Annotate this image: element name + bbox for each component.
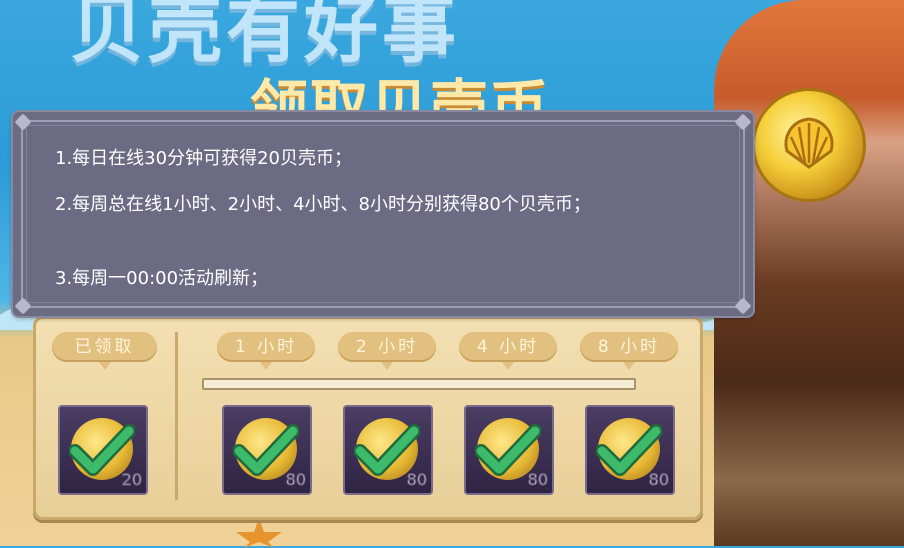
reward-amount: 80 <box>285 470 306 490</box>
rule-line-2: 2.每周总在线1小时、2小时、4小时、8小时分别获得80个贝壳币； <box>55 194 591 215</box>
tag-4-hour: 4 小时 <box>459 332 557 370</box>
daily-reward-slot[interactable]: 20 <box>58 405 148 495</box>
checkmark-icon <box>596 424 662 476</box>
reward-slot-8-hour[interactable]: 80 <box>585 405 675 495</box>
starfish-icon <box>236 518 282 548</box>
reward-amount: 80 <box>527 470 548 490</box>
reward-slot-2-hour[interactable]: 80 <box>343 405 433 495</box>
checkmark-icon <box>233 424 299 476</box>
reward-amount: 80 <box>406 470 427 490</box>
reward-slot-4-hour[interactable]: 80 <box>464 405 554 495</box>
checkmark-icon <box>69 424 135 476</box>
panel-divider <box>175 332 178 500</box>
rules-tooltip[interactable]: 1.每日在线30分钟可获得20贝壳币； 2.每周总在线1小时、2小时、4小时、8… <box>13 112 753 316</box>
shell-coin-icon <box>752 88 866 202</box>
checkmark-icon <box>354 424 420 476</box>
reward-amount: 20 <box>121 470 142 490</box>
checkmark-icon <box>475 424 541 476</box>
weekly-progress-bar <box>202 378 636 390</box>
tag-2-hour: 2 小时 <box>338 332 436 370</box>
claimed-tag: 已领取 <box>52 332 157 370</box>
rule-line-3: 3.每周一00:00活动刷新； <box>55 268 269 289</box>
rule-line-1: 1.每日在线30分钟可获得20贝壳币； <box>55 148 352 169</box>
reward-amount: 80 <box>648 470 669 490</box>
reward-slot-1-hour[interactable]: 80 <box>222 405 312 495</box>
tag-1-hour: 1 小时 <box>217 332 315 370</box>
tag-8-hour: 8 小时 <box>580 332 678 370</box>
